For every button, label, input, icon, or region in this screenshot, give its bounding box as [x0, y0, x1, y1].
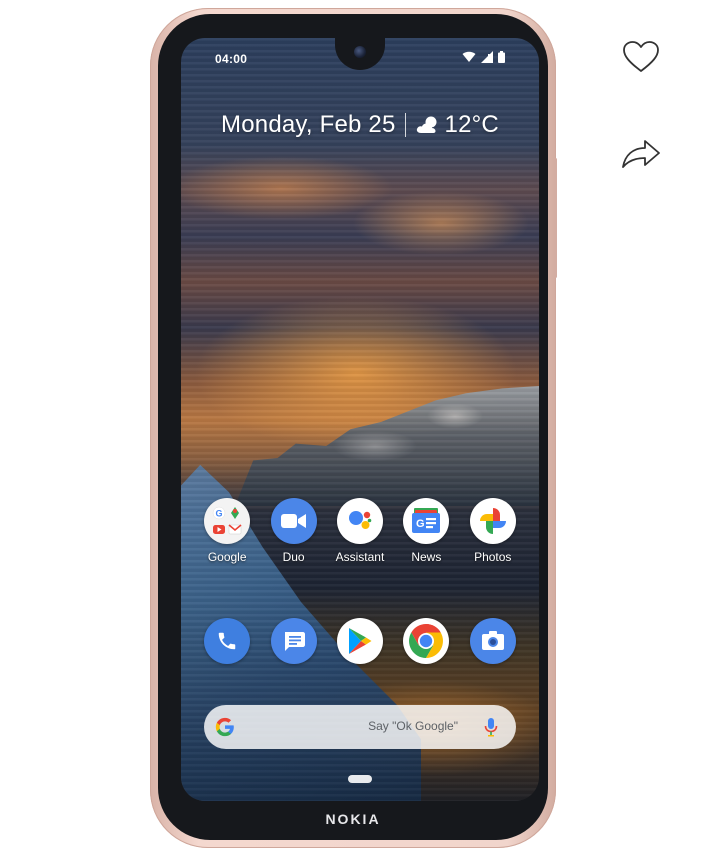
- messages-icon: [270, 618, 317, 664]
- microphone-icon[interactable]: [484, 717, 498, 737]
- partly-cloudy-icon: [416, 116, 437, 133]
- google-g-icon[interactable]: [214, 716, 236, 738]
- glance-divider: [404, 113, 406, 137]
- camera-icon: [469, 618, 516, 664]
- battery-icon: [498, 51, 505, 63]
- play-store-icon: [336, 618, 383, 664]
- search-hint: Say "Ok Google": [368, 719, 458, 733]
- status-time: 04:00: [215, 52, 248, 66]
- heart-icon: [623, 41, 659, 72]
- app-label: Photos: [474, 550, 512, 564]
- assistant-icon: [336, 498, 383, 544]
- app-chrome[interactable]: [393, 618, 459, 664]
- app-row: G Google Duo Assistant G News Photos: [181, 498, 539, 564]
- camera-notch: [335, 38, 385, 70]
- app-assistant[interactable]: Assistant: [327, 498, 393, 564]
- app-play-store[interactable]: [327, 618, 393, 664]
- chrome-icon: [403, 618, 450, 664]
- app-messages[interactable]: [261, 618, 327, 664]
- home-gesture-pill[interactable]: [348, 775, 372, 783]
- front-camera: [354, 46, 366, 58]
- app-label: Duo: [282, 550, 305, 564]
- date-text[interactable]: Monday, Feb 25: [221, 111, 395, 139]
- phone-bezel: 04:00 Monday, Feb 25 12°C G Google Duo A…: [158, 14, 548, 840]
- app-label: News: [411, 550, 442, 564]
- wifi-icon: [462, 51, 476, 62]
- dock: [181, 618, 539, 664]
- cellular-signal-icon: [481, 51, 493, 63]
- app-photos[interactable]: Photos: [460, 498, 526, 564]
- status-bar: 04:00: [181, 38, 539, 76]
- app-label: Google: [207, 550, 247, 564]
- app-label: Assistant: [335, 550, 385, 564]
- brand-logo: NOKIA: [325, 811, 381, 827]
- google-search-bar[interactable]: Say "Ok Google": [204, 705, 516, 749]
- photos-icon: [469, 498, 516, 544]
- power-button: [554, 158, 557, 278]
- share-icon: [622, 140, 660, 168]
- svg-text:G: G: [416, 518, 425, 530]
- news-icon: G: [403, 498, 450, 544]
- temperature-text: 12°C: [444, 111, 499, 138]
- app-google-folder[interactable]: G Google: [194, 498, 260, 564]
- weather[interactable]: 12°C: [415, 111, 499, 139]
- app-duo[interactable]: Duo: [261, 498, 327, 564]
- favorite-button[interactable]: [621, 38, 661, 78]
- duo-icon: [270, 498, 317, 544]
- phone-device: 04:00 Monday, Feb 25 12°C G Google Duo A…: [150, 8, 557, 848]
- app-phone[interactable]: [194, 618, 260, 664]
- share-button[interactable]: [619, 133, 660, 173]
- app-camera[interactable]: [460, 618, 526, 664]
- app-news[interactable]: G News: [393, 498, 459, 564]
- status-icons: [462, 51, 505, 63]
- home-screen: 04:00 Monday, Feb 25 12°C G Google Duo A…: [181, 38, 539, 801]
- svg-text:G: G: [216, 509, 223, 519]
- wallpaper-ice: [235, 386, 539, 506]
- google-folder-icon: G: [204, 498, 251, 544]
- phone-icon: [204, 618, 251, 664]
- at-a-glance-widget[interactable]: Monday, Feb 25 12°C: [181, 111, 539, 139]
